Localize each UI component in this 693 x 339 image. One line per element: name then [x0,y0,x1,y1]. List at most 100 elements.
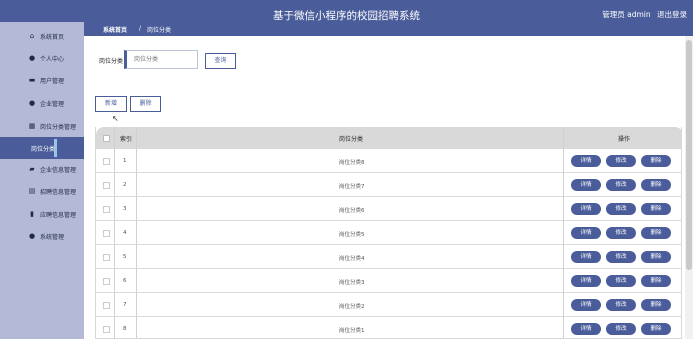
sidebar-item-label: 企业管理 [40,100,65,108]
sidebar-item-system-management[interactable]: ● 系统管理 [0,225,84,247]
select-all-checkbox[interactable] [103,135,110,142]
edit-button[interactable]: 修改 [606,155,636,167]
sidebar-item-label: 岗位分类管理 [40,123,77,131]
row-index: 5 [123,254,127,260]
edit-button[interactable]: 修改 [606,227,636,239]
row-checkbox[interactable] [103,206,110,213]
scrollbar-thumb[interactable] [686,40,692,270]
breadcrumb-root[interactable]: 系统首页 [103,25,127,34]
add-button[interactable]: 新增 [95,96,127,112]
detail-button[interactable]: 详情 [571,275,601,287]
sidebar-item-label: 用户管理 [40,77,65,85]
sidebar-item-company-info[interactable]: ▰ 企业信息管理 [0,158,84,180]
detail-button[interactable]: 详情 [571,299,601,311]
sidebar-item-label: 岗位分类 [31,145,56,153]
app-title: 基于微信小程序的校园招聘系统 [273,10,420,22]
table-row: 1 岗位分类8 详情 修改 删除 [96,149,681,173]
row-index: 2 [123,182,127,188]
table-row: 4 岗位分类5 详情 修改 删除 [96,221,681,245]
row-category: 岗位分类5 [339,232,365,238]
sidebar-item-home[interactable]: ⌂ 系统首页 [0,25,84,47]
row-index: 8 [123,326,127,332]
row-delete-button[interactable]: 删除 [641,179,671,191]
edit-button[interactable]: 修改 [606,179,636,191]
table-row: 7 岗位分类2 详情 修改 删除 [96,293,681,317]
row-checkbox[interactable] [103,182,110,189]
row-category: 岗位分类2 [339,304,365,310]
user-label: 管理员 admin [602,10,651,19]
edit-button[interactable]: 修改 [606,203,636,215]
header-index: 索引 [120,136,133,143]
mouse-cursor-icon: ↖ [112,114,119,123]
sidebar-item-recruitment-info[interactable]: ▤ 招聘信息管理 [0,180,84,202]
logout-link[interactable]: 退出登录 [657,10,687,19]
row-delete-button[interactable]: 删除 [641,227,671,239]
row-category: 岗位分类8 [339,160,365,166]
search-input[interactable] [124,50,198,69]
edit-button[interactable]: 修改 [606,251,636,263]
sidebar-item-personal-center[interactable]: ● 个人中心 [0,47,84,69]
user-area: 管理员 admin 退出登录 [598,9,687,20]
person-icon: ● [28,99,36,107]
row-delete-button[interactable]: 删除 [641,323,671,335]
delete-button[interactable]: 删除 [130,96,161,112]
query-button[interactable]: 查询 [205,53,236,69]
row-checkbox[interactable] [103,254,110,261]
row-delete-button[interactable]: 删除 [641,275,671,287]
sidebar-item-label: 个人中心 [40,55,65,63]
sidebar-item-user-management[interactable]: ▬ 用户管理 [0,69,84,91]
sidebar-item-label: 招聘信息管理 [40,188,77,196]
row-index: 3 [123,206,127,212]
sidebar-item-label: 应聘信息管理 [40,211,77,219]
edit-button[interactable]: 修改 [606,299,636,311]
row-checkbox[interactable] [103,278,110,285]
sidebar-item-label: 企业信息管理 [40,166,77,174]
row-checkbox[interactable] [103,158,110,165]
header-operation: 操作 [618,136,631,143]
sidebar: ⌂ 系统首页 ● 个人中心 ▬ 用户管理 ● 企业管理 ▦ 岗位分类管理 岗位分… [0,22,84,339]
detail-button[interactable]: 详情 [571,251,601,263]
edit-button[interactable]: 修改 [606,275,636,287]
table-row: 3 岗位分类6 详情 修改 删除 [96,197,681,221]
row-category: 岗位分类7 [339,184,365,190]
row-category: 岗位分类4 [339,256,365,262]
person-icon: ● [28,54,36,62]
row-delete-button[interactable]: 删除 [641,251,671,263]
monitor-icon: ▬ [28,76,36,84]
row-index: 6 [123,278,127,284]
home-icon: ⌂ [29,32,35,40]
sidebar-item-company-management[interactable]: ● 企业管理 [0,92,84,114]
sidebar-item-application-info[interactable]: ▮ 应聘信息管理 [0,203,84,225]
sidebar-item-job-category[interactable]: 岗位分类 [0,137,84,159]
table-row: 2 岗位分类7 详情 修改 删除 [96,173,681,197]
row-index: 1 [123,158,127,164]
vertical-scrollbar[interactable] [685,36,693,339]
row-delete-button[interactable]: 删除 [641,299,671,311]
detail-button[interactable]: 详情 [571,203,601,215]
row-category: 岗位分类6 [339,208,365,214]
detail-button[interactable]: 详情 [571,227,601,239]
row-delete-button[interactable]: 删除 [641,155,671,167]
table-header: 索引 岗位分类 操作 [96,127,681,149]
row-index: 4 [123,230,127,236]
breadcrumb-current: 岗位分类 [147,27,172,34]
table-row: 5 岗位分类4 详情 修改 删除 [96,245,681,269]
row-checkbox[interactable] [103,326,110,333]
sidebar-item-label: 系统首页 [40,33,65,41]
active-indicator [54,139,57,157]
row-delete-button[interactable]: 删除 [641,203,671,215]
detail-button[interactable]: 详情 [571,323,601,335]
document-icon: ▤ [28,187,36,195]
detail-button[interactable]: 详情 [571,155,601,167]
database-icon: ▮ [30,210,34,218]
table-row: 6 岗位分类3 详情 修改 删除 [96,269,681,293]
row-index: 7 [123,302,127,308]
detail-button[interactable]: 详情 [571,179,601,191]
sidebar-item-job-category-management[interactable]: ▦ 岗位分类管理 [0,115,84,137]
row-checkbox[interactable] [103,302,110,309]
category-table: 索引 岗位分类 操作 1 岗位分类8 详情 修改 删除 2 岗位分类7 详情 修… [95,127,682,339]
location-icon: ● [28,232,36,240]
sidebar-item-label: 系统管理 [40,233,65,241]
row-checkbox[interactable] [103,230,110,237]
edit-button[interactable]: 修改 [606,323,636,335]
